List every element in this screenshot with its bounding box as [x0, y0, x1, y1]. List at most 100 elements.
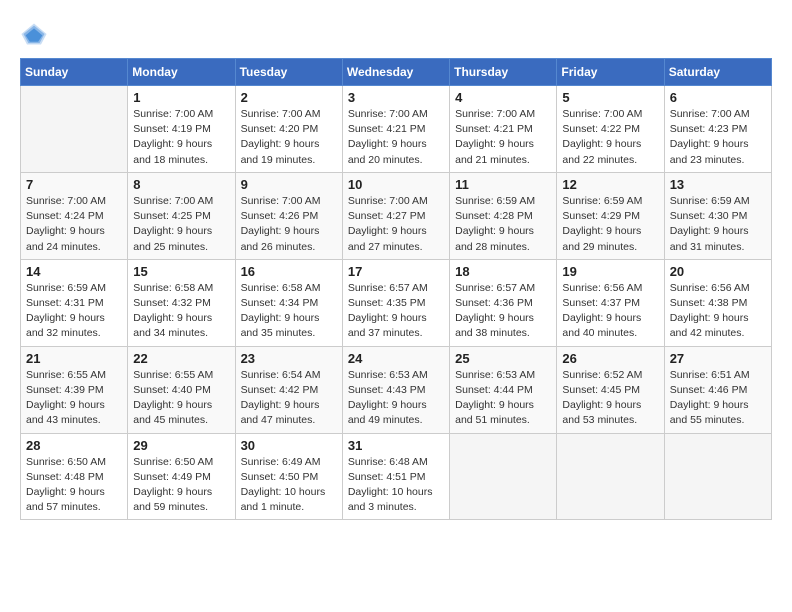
calendar-cell: 24Sunrise: 6:53 AM Sunset: 4:43 PM Dayli…: [342, 346, 449, 433]
day-info: Sunrise: 7:00 AM Sunset: 4:27 PM Dayligh…: [348, 194, 444, 255]
calendar-cell: 15 Sunrise: 6:58 AM Sunset: 4:32 PM Dayli…: [128, 259, 235, 346]
day-info: Sunrise: 6:59 AM Sunset: 4:29 PM Dayligh…: [562, 194, 658, 255]
calendar-cell: 5 Sunrise: 7:00 AM Sunset: 4:22 PM Daylig…: [557, 86, 664, 173]
day-number: 16: [241, 264, 337, 279]
calendar-cell: 18 Sunrise: 6:57 AM Sunset: 4:36 PM Dayli…: [450, 259, 557, 346]
day-number: 11: [455, 177, 551, 192]
page-header: [20, 20, 772, 48]
calendar-cell: 25 Sunrise: 6:53 AM Sunset: 4:44 PM Dayli…: [450, 346, 557, 433]
day-info: Sunrise: 6:52 AM Sunset: 4:45 PM Dayligh…: [562, 368, 658, 429]
day-number: 31: [348, 438, 444, 453]
calendar-cell: 3 Sunrise: 7:00 AM Sunset: 4:21 PM Daylig…: [342, 86, 449, 173]
day-info: Sunrise: 6:53 AM Sunset: 4:44 PM Dayligh…: [455, 368, 551, 429]
calendar-cell: 31 Sunrise: 6:48 AM Sunset: 4:51 PM Dayli…: [342, 433, 449, 520]
calendar-cell: 21 Sunrise: 6:55 AM Sunset: 4:39 PM Dayli…: [21, 346, 128, 433]
day-number: 28: [26, 438, 122, 453]
day-info: Sunrise: 6:50 AM Sunset: 4:49 PM Dayligh…: [133, 455, 229, 516]
calendar-header-row: SundayMondayTuesdayWednesdayThursdayFrid…: [21, 59, 772, 86]
day-info: Sunrise: 7:00 AM Sunset: 4:26 PM Dayligh…: [241, 194, 337, 255]
day-info: Sunrise: 6:48 AM Sunset: 4:51 PM Dayligh…: [348, 455, 444, 516]
day-info: Sunrise: 7:00 AM Sunset: 4:19 PM Dayligh…: [133, 107, 229, 168]
calendar-cell: 22Sunrise: 6:55 AM Sunset: 4:40 PM Dayli…: [128, 346, 235, 433]
day-number: 5: [562, 90, 658, 105]
calendar-cell: 26Sunrise: 6:52 AM Sunset: 4:45 PM Dayli…: [557, 346, 664, 433]
day-info: Sunrise: 6:58 AM Sunset: 4:34 PM Dayligh…: [241, 281, 337, 342]
calendar-week-row: 14Sunrise: 6:59 AM Sunset: 4:31 PM Dayli…: [21, 259, 772, 346]
day-number: 21: [26, 351, 122, 366]
day-info: Sunrise: 6:55 AM Sunset: 4:39 PM Dayligh…: [26, 368, 122, 429]
day-info: Sunrise: 7:00 AM Sunset: 4:22 PM Dayligh…: [562, 107, 658, 168]
day-info: Sunrise: 7:00 AM Sunset: 4:20 PM Dayligh…: [241, 107, 337, 168]
calendar-week-row: 21 Sunrise: 6:55 AM Sunset: 4:39 PM Dayli…: [21, 346, 772, 433]
day-number: 24: [348, 351, 444, 366]
day-info: Sunrise: 7:00 AM Sunset: 4:21 PM Dayligh…: [348, 107, 444, 168]
day-info: Sunrise: 7:00 AM Sunset: 4:24 PM Dayligh…: [26, 194, 122, 255]
calendar-cell: 20 Sunrise: 6:56 AM Sunset: 4:38 PM Dayli…: [664, 259, 771, 346]
day-info: Sunrise: 6:50 AM Sunset: 4:48 PM Dayligh…: [26, 455, 122, 516]
calendar-week-row: 7 Sunrise: 7:00 AM Sunset: 4:24 PM Daylig…: [21, 172, 772, 259]
calendar-cell: 2 Sunrise: 7:00 AM Sunset: 4:20 PM Daylig…: [235, 86, 342, 173]
day-info: Sunrise: 6:58 AM Sunset: 4:32 PM Dayligh…: [133, 281, 229, 342]
calendar-cell: [557, 433, 664, 520]
calendar-cell: [450, 433, 557, 520]
day-info: Sunrise: 6:56 AM Sunset: 4:38 PM Dayligh…: [670, 281, 766, 342]
day-info: Sunrise: 6:57 AM Sunset: 4:36 PM Dayligh…: [455, 281, 551, 342]
day-number: 3: [348, 90, 444, 105]
day-header-saturday: Saturday: [664, 59, 771, 86]
calendar-cell: 28 Sunrise: 6:50 AM Sunset: 4:48 PM Dayli…: [21, 433, 128, 520]
day-header-thursday: Thursday: [450, 59, 557, 86]
day-number: 12: [562, 177, 658, 192]
calendar-cell: 10 Sunrise: 7:00 AM Sunset: 4:27 PM Dayli…: [342, 172, 449, 259]
day-number: 19: [562, 264, 658, 279]
day-number: 18: [455, 264, 551, 279]
logo-icon: [20, 20, 48, 48]
calendar-cell: 4 Sunrise: 7:00 AM Sunset: 4:21 PM Daylig…: [450, 86, 557, 173]
day-number: 7: [26, 177, 122, 192]
day-number: 13: [670, 177, 766, 192]
day-header-tuesday: Tuesday: [235, 59, 342, 86]
day-header-sunday: Sunday: [21, 59, 128, 86]
day-info: Sunrise: 6:54 AM Sunset: 4:42 PM Dayligh…: [241, 368, 337, 429]
calendar-cell: [21, 86, 128, 173]
calendar-cell: 7 Sunrise: 7:00 AM Sunset: 4:24 PM Daylig…: [21, 172, 128, 259]
day-info: Sunrise: 6:49 AM Sunset: 4:50 PM Dayligh…: [241, 455, 337, 516]
day-number: 10: [348, 177, 444, 192]
day-number: 9: [241, 177, 337, 192]
calendar-cell: 13 Sunrise: 6:59 AM Sunset: 4:30 PM Dayli…: [664, 172, 771, 259]
day-number: 27: [670, 351, 766, 366]
day-number: 14: [26, 264, 122, 279]
day-info: Sunrise: 7:00 AM Sunset: 4:23 PM Dayligh…: [670, 107, 766, 168]
calendar-table: SundayMondayTuesdayWednesdayThursdayFrid…: [20, 58, 772, 520]
day-number: 25: [455, 351, 551, 366]
calendar-cell: 12 Sunrise: 6:59 AM Sunset: 4:29 PM Dayli…: [557, 172, 664, 259]
calendar-cell: 29 Sunrise: 6:50 AM Sunset: 4:49 PM Dayli…: [128, 433, 235, 520]
calendar-cell: 17 Sunrise: 6:57 AM Sunset: 4:35 PM Dayli…: [342, 259, 449, 346]
calendar-cell: 1 Sunrise: 7:00 AM Sunset: 4:19 PM Daylig…: [128, 86, 235, 173]
day-number: 30: [241, 438, 337, 453]
day-number: 4: [455, 90, 551, 105]
calendar-cell: 23Sunrise: 6:54 AM Sunset: 4:42 PM Dayli…: [235, 346, 342, 433]
day-info: Sunrise: 6:57 AM Sunset: 4:35 PM Dayligh…: [348, 281, 444, 342]
day-number: 17: [348, 264, 444, 279]
calendar-cell: 9 Sunrise: 7:00 AM Sunset: 4:26 PM Daylig…: [235, 172, 342, 259]
calendar-cell: 11Sunrise: 6:59 AM Sunset: 4:28 PM Dayli…: [450, 172, 557, 259]
calendar-cell: 6 Sunrise: 7:00 AM Sunset: 4:23 PM Daylig…: [664, 86, 771, 173]
day-number: 15: [133, 264, 229, 279]
day-number: 6: [670, 90, 766, 105]
day-info: Sunrise: 6:51 AM Sunset: 4:46 PM Dayligh…: [670, 368, 766, 429]
day-number: 29: [133, 438, 229, 453]
day-number: 2: [241, 90, 337, 105]
day-info: Sunrise: 7:00 AM Sunset: 4:21 PM Dayligh…: [455, 107, 551, 168]
day-number: 1: [133, 90, 229, 105]
calendar-cell: [664, 433, 771, 520]
calendar-cell: 27 Sunrise: 6:51 AM Sunset: 4:46 PM Dayli…: [664, 346, 771, 433]
calendar-week-row: 1 Sunrise: 7:00 AM Sunset: 4:19 PM Daylig…: [21, 86, 772, 173]
calendar-week-row: 28 Sunrise: 6:50 AM Sunset: 4:48 PM Dayli…: [21, 433, 772, 520]
day-info: Sunrise: 6:59 AM Sunset: 4:30 PM Dayligh…: [670, 194, 766, 255]
day-header-friday: Friday: [557, 59, 664, 86]
logo: [20, 20, 52, 48]
day-header-wednesday: Wednesday: [342, 59, 449, 86]
day-info: Sunrise: 6:56 AM Sunset: 4:37 PM Dayligh…: [562, 281, 658, 342]
day-header-monday: Monday: [128, 59, 235, 86]
day-number: 20: [670, 264, 766, 279]
